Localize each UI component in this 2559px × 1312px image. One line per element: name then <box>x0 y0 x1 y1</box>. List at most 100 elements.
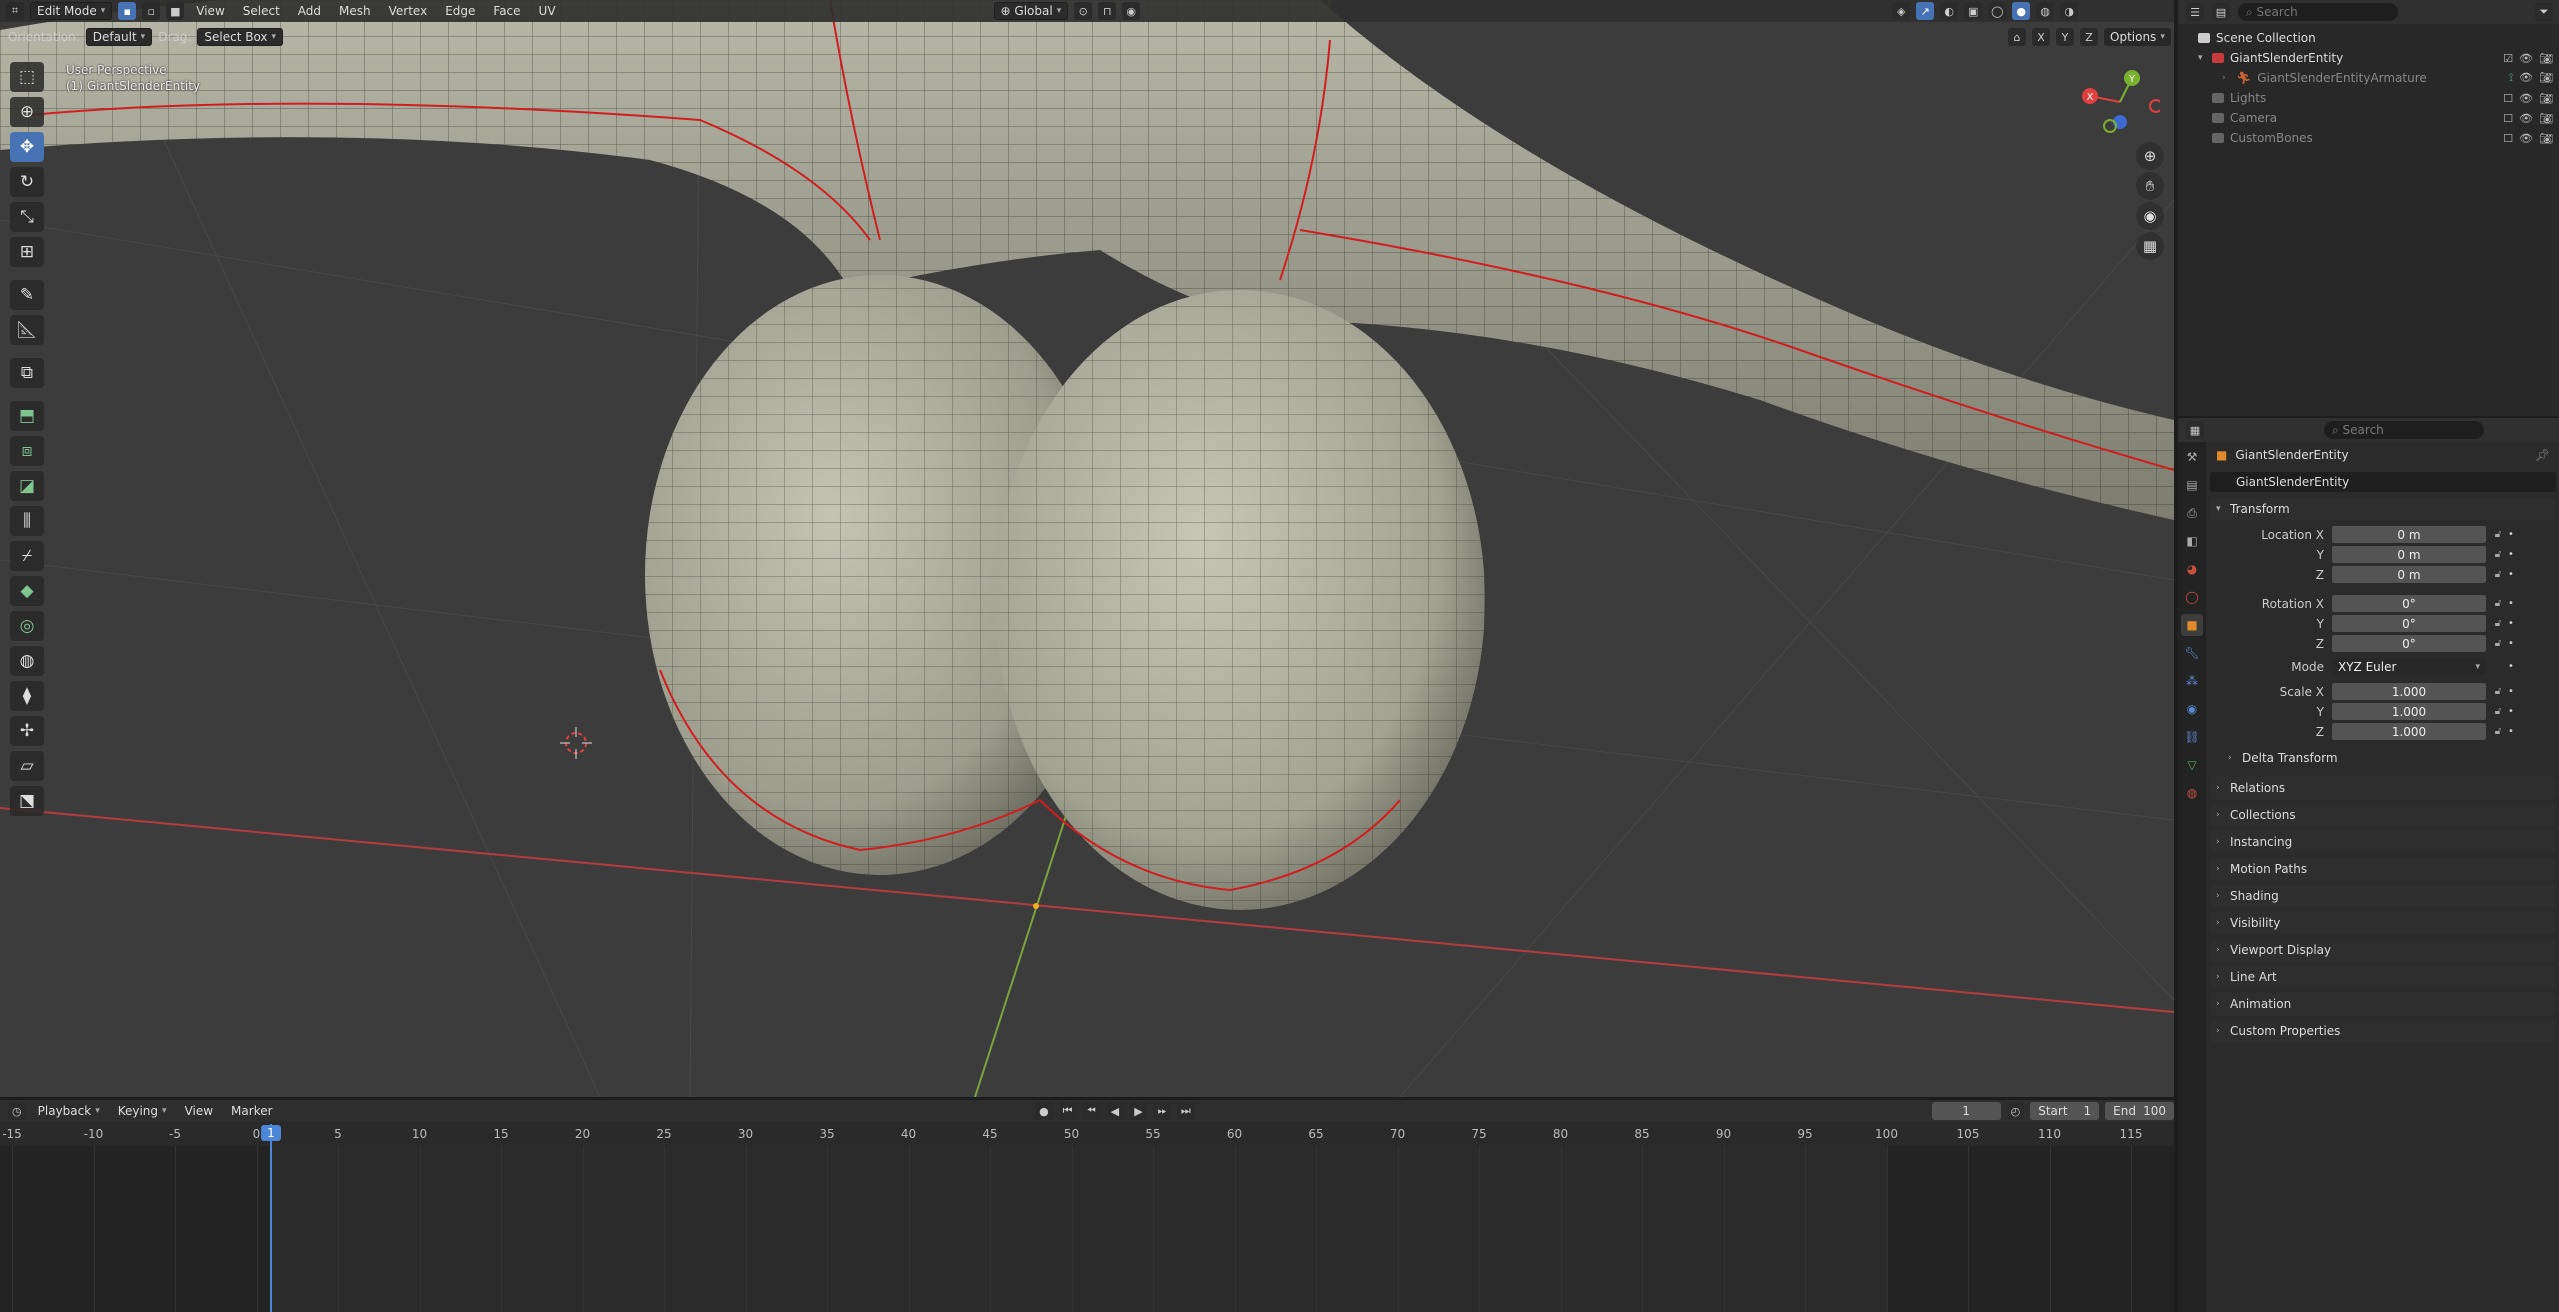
menu-face[interactable]: Face <box>487 2 526 20</box>
extrude-tool[interactable]: ⬒ <box>10 401 44 431</box>
eye-icon[interactable]: 👁︎ <box>2519 112 2533 125</box>
snap-icon[interactable]: ⊓ <box>1098 2 1117 20</box>
lock-icon[interactable]: 🔓︎ <box>2490 686 2506 697</box>
location-z-field[interactable]: 0 m <box>2332 566 2486 583</box>
properties-search[interactable]: ⌕ Search <box>2324 421 2484 439</box>
menu-edge[interactable]: Edge <box>439 2 481 20</box>
outliner-row-giantslenderentity[interactable]: ▾ GiantSlenderEntity ☑ 👁︎ 📷︎ <box>2178 48 2559 68</box>
lock-icon[interactable]: 🔓︎ <box>2490 618 2506 629</box>
menu-view[interactable]: View <box>190 2 230 20</box>
properties-editor-icon[interactable]: ▦ <box>2186 421 2204 439</box>
current-frame-field[interactable]: 1 <box>1931 1102 2001 1120</box>
vertex-select-icon[interactable]: ▪ <box>118 2 137 20</box>
camera-icon[interactable]: 📷︎ <box>2539 112 2553 125</box>
mirror-icon[interactable]: ⌂ <box>2008 28 2026 46</box>
menu-select[interactable]: Select <box>237 2 286 20</box>
lock-icon[interactable]: 🔓︎ <box>2490 598 2506 609</box>
timeline-menu-view[interactable]: View <box>179 1102 219 1120</box>
outliner-row-armature[interactable]: › 🏃︎ GiantSlenderEntityArmature ⟟ 👁︎ 📷︎ <box>2178 68 2559 88</box>
checkbox-icon[interactable]: ☐ <box>2503 132 2513 145</box>
shading-wireframe-icon[interactable]: ◯ <box>1988 2 2007 20</box>
jump-start-icon[interactable]: ⏮︎ <box>1058 1102 1077 1120</box>
keyframe-dot-icon[interactable]: • <box>2506 618 2516 629</box>
proportional-edit-icon[interactable]: ◉ <box>1122 2 1141 20</box>
render-tab-icon[interactable]: ▤ <box>2181 474 2203 496</box>
keyframe-dot-icon[interactable]: • <box>2506 726 2516 737</box>
edge-select-icon[interactable]: ▫ <box>142 2 161 20</box>
gizmo-icon[interactable]: ↗ <box>1916 2 1935 20</box>
mode-dropdown[interactable]: Edit Mode ▾ <box>30 2 113 20</box>
panel-collections[interactable]: › Collections <box>2210 804 2556 826</box>
lock-icon[interactable]: 🔓︎ <box>2490 638 2506 649</box>
play-reverse-icon[interactable]: ◀ <box>1106 1102 1124 1120</box>
constraints-tab-icon[interactable]: ⛓︎ <box>2181 726 2203 748</box>
outliner-editor-icon[interactable]: ☰ <box>2186 3 2204 21</box>
orientation-dropdown[interactable]: Default ▾ <box>85 28 153 46</box>
outliner-row-scene-collection[interactable]: Scene Collection <box>2178 28 2559 48</box>
panel-animation[interactable]: › Animation <box>2210 993 2556 1015</box>
editor-type-icon[interactable]: ⌗ <box>6 2 24 20</box>
menu-add[interactable]: Add <box>292 2 327 20</box>
camera-view-icon[interactable]: ◉ <box>2136 202 2164 230</box>
eye-icon[interactable]: 👁︎ <box>2519 52 2533 65</box>
record-icon[interactable]: ● <box>1035 1102 1053 1120</box>
scene-tab-icon[interactable]: ◕ <box>2181 558 2203 580</box>
pan-hand-icon[interactable]: ✋︎ <box>2136 172 2164 200</box>
expand-icon[interactable]: ▾ <box>2198 53 2212 63</box>
edge-slide-tool[interactable]: ⧫ <box>10 681 44 711</box>
select-box-tool[interactable]: ⬚ <box>10 62 44 92</box>
panel-viewport-display[interactable]: › Viewport Display <box>2210 939 2556 961</box>
camera-icon[interactable]: 📷︎ <box>2539 92 2553 105</box>
view-layer-tab-icon[interactable]: ◧ <box>2181 530 2203 552</box>
pivot-icon[interactable]: ⊙ <box>1074 2 1093 20</box>
timeline-editor-icon[interactable]: ◷ <box>8 1102 26 1120</box>
mirror-x-button[interactable]: X <box>2032 28 2050 46</box>
playhead-label[interactable]: 1 <box>261 1125 281 1141</box>
menu-mesh[interactable]: Mesh <box>333 2 377 20</box>
pose-icon[interactable]: ⟟ <box>2509 71 2513 85</box>
shading-material-icon[interactable]: ◍ <box>2036 2 2055 20</box>
face-select-icon[interactable]: ■ <box>166 2 185 20</box>
outliner-row-lights[interactable]: Lights ☐ 👁︎ 📷︎ <box>2178 88 2559 108</box>
checkbox-icon[interactable]: ☐ <box>2503 92 2513 105</box>
shading-rendered-icon[interactable]: ◑ <box>2060 2 2079 20</box>
camera-icon[interactable]: 📷︎ <box>2539 71 2553 85</box>
overlay-icon[interactable]: ◐ <box>1940 2 1959 20</box>
navigation-gizmo[interactable]: X Y <box>2080 62 2160 142</box>
tool-tab-icon[interactable]: ⚒ <box>2181 446 2203 468</box>
keyframe-dot-icon[interactable]: • <box>2506 661 2516 672</box>
panel-motion-paths[interactable]: › Motion Paths <box>2210 858 2556 880</box>
shrink-fatten-tool[interactable]: ✢ <box>10 716 44 746</box>
panel-custom-properties[interactable]: › Custom Properties <box>2210 1020 2556 1042</box>
world-tab-icon[interactable]: ◯ <box>2181 586 2203 608</box>
outliner-row-custombones[interactable]: CustomBones ☐ 👁︎ 📷︎ <box>2178 128 2559 148</box>
drag-dropdown[interactable]: Select Box ▾ <box>197 28 284 46</box>
keyframe-dot-icon[interactable]: • <box>2506 598 2516 609</box>
eye-icon[interactable]: 👁︎ <box>2519 71 2533 85</box>
collapse-icon[interactable]: › <box>2222 73 2236 83</box>
location-x-field[interactable]: 0 m <box>2332 526 2486 543</box>
camera-icon[interactable]: 📷︎ <box>2539 52 2553 65</box>
shading-solid-icon[interactable]: ● <box>2012 2 2031 20</box>
rotation-x-field[interactable]: 0° <box>2332 595 2486 612</box>
timeline-menu-keying[interactable]: Keying ▾ <box>112 1102 173 1120</box>
material-tab-icon[interactable]: ◍ <box>2181 782 2203 804</box>
checkbox-icon[interactable]: ☑ <box>2503 52 2513 65</box>
spin-tool[interactable]: ◎ <box>10 611 44 641</box>
keyframe-dot-icon[interactable]: • <box>2506 686 2516 697</box>
3d-viewport[interactable]: ⌗ Edit Mode ▾ ▪ ▫ ■ View Select Add Mesh … <box>0 0 2174 1097</box>
timeline-track-area[interactable] <box>0 1146 2174 1312</box>
xray-icon[interactable]: ▣ <box>1964 2 1983 20</box>
knife-tool[interactable]: ⌿ <box>10 541 44 571</box>
scale-z-field[interactable]: 1.000 <box>2332 723 2486 740</box>
rotation-y-field[interactable]: 0° <box>2332 615 2486 632</box>
stopwatch-icon[interactable]: ◴ <box>2006 1102 2025 1120</box>
panel-shading[interactable]: › Shading <box>2210 885 2556 907</box>
shear-tool[interactable]: ▱ <box>10 751 44 781</box>
lock-icon[interactable]: 🔓︎ <box>2490 726 2506 737</box>
jump-keyframe-back-icon[interactable]: ⏪︎ <box>1082 1102 1101 1120</box>
display-mode-icon[interactable]: ▤ <box>2212 3 2230 21</box>
lock-icon[interactable]: 🔓︎ <box>2490 529 2506 540</box>
physics-tab-icon[interactable]: ◉ <box>2181 698 2203 720</box>
poly-build-tool[interactable]: ◆ <box>10 576 44 606</box>
